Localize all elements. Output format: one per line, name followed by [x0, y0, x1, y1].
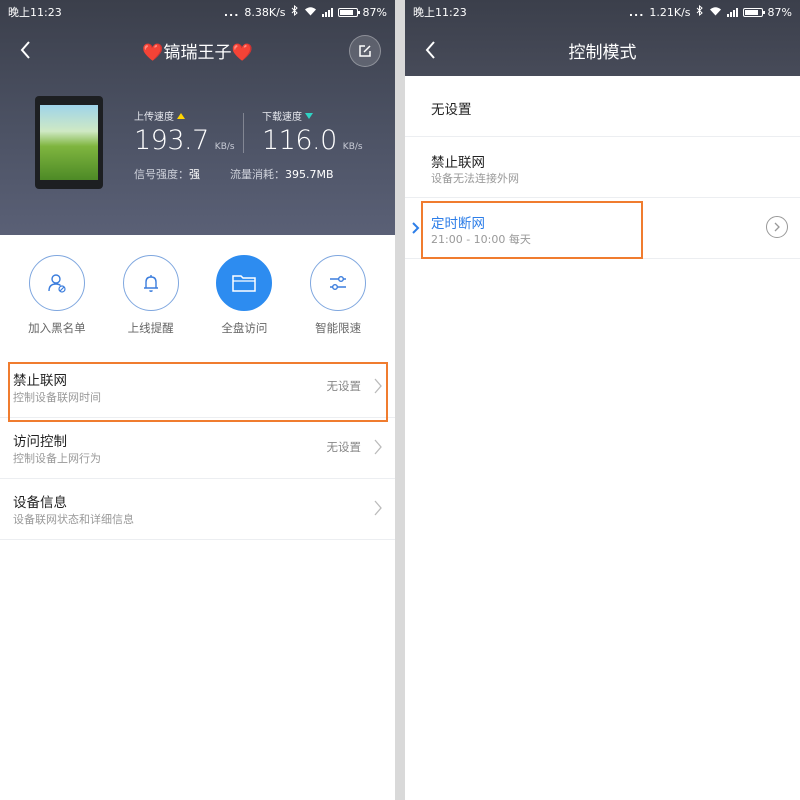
cell-signal-icon — [726, 7, 738, 17]
option-subtitle: 21:00 - 10:00 每天 — [431, 233, 531, 246]
row-device-info[interactable]: 设备信息 设备联网状态和详细信息 — [0, 479, 395, 540]
bell-icon — [122, 255, 179, 311]
battery-percent: 87% — [767, 5, 792, 19]
wifi-icon — [304, 6, 317, 19]
top-bar: 控制模式 — [405, 24, 800, 76]
upload-speed: 上传速度 193.7 KB/s — [134, 108, 235, 156]
disk-access-action[interactable]: 全盘访问 — [204, 255, 284, 336]
folder-icon — [216, 255, 273, 311]
top-bar: ❤️镐瑞王子❤️ — [0, 24, 395, 76]
schedule-detail-button[interactable] — [766, 216, 788, 238]
status-bar: 晚上11:23 ... 8.38K/s 87% — [0, 0, 395, 24]
status-bar: 晚上11:23 ... 1.21K/s 87% — [405, 0, 800, 24]
download-label: 下载速度 — [262, 112, 302, 123]
row-subtitle: 控制设备上网行为 — [13, 452, 101, 465]
more-dots-icon: ... — [628, 5, 645, 19]
download-speed: 下载速度 116.0 KB/s — [262, 108, 363, 156]
bluetooth-icon — [291, 4, 299, 19]
chevron-right-icon — [374, 500, 382, 516]
control-mode-screen: 晚上11:23 ... 1.21K/s 87% 控制模式 无设置 禁止联网 设备… — [405, 0, 800, 800]
option-block-network[interactable]: 禁止联网 设备无法连接外网 — [405, 137, 800, 198]
blacklist-label: 加入黑名单 — [28, 321, 86, 335]
row-block-network[interactable]: 禁止联网 控制设备联网时间 无设置 — [0, 357, 395, 418]
row-title: 禁止联网 — [13, 373, 67, 389]
selected-chevron-icon — [412, 222, 420, 234]
quick-actions: 加入黑名单 上线提醒 全盘访问 智能限速 — [0, 255, 395, 336]
battery-icon — [742, 7, 765, 17]
download-arrow-icon — [305, 112, 313, 119]
smart-limit-action[interactable]: 智能限速 — [298, 255, 378, 336]
status-time: 晚上11:23 — [413, 6, 467, 19]
page-title: 控制模式 — [568, 42, 637, 63]
online-alert-label: 上线提醒 — [127, 321, 174, 335]
network-speed: 1.21K/s — [649, 5, 691, 19]
signal-label: 信号强度： — [134, 168, 189, 181]
device-header: 晚上11:23 ... 8.38K/s 87% ❤️镐瑞王子❤️ 上传速度 19… — [0, 0, 395, 235]
option-title: 无设置 — [431, 102, 472, 118]
chevron-right-icon — [374, 439, 382, 455]
option-title: 定时断网 — [431, 216, 485, 232]
signal-value: 强 — [189, 168, 200, 181]
traffic-label: 流量消耗： — [230, 168, 285, 181]
row-subtitle: 设备联网状态和详细信息 — [13, 513, 134, 526]
upload-unit: KB/s — [214, 142, 235, 152]
back-button[interactable] — [14, 36, 38, 64]
smart-limit-label: 智能限速 — [315, 321, 362, 335]
row-value: 无设置 — [326, 379, 362, 393]
download-unit: KB/s — [342, 142, 363, 152]
edit-icon — [359, 45, 371, 57]
device-image — [35, 96, 103, 189]
row-subtitle: 控制设备联网时间 — [13, 391, 101, 404]
battery-icon — [337, 7, 360, 17]
upload-arrow-icon — [177, 112, 185, 119]
chevron-right-icon — [374, 378, 382, 394]
more-dots-icon: ... — [223, 5, 240, 19]
control-mode-header: 晚上11:23 ... 1.21K/s 87% 控制模式 — [405, 0, 800, 76]
online-alert-action[interactable]: 上线提醒 — [111, 255, 191, 336]
network-speed: 8.38K/s — [244, 5, 286, 19]
chevron-right-icon — [774, 222, 780, 232]
bluetooth-icon — [696, 4, 704, 19]
cell-signal-icon — [321, 7, 333, 17]
wifi-icon — [709, 6, 722, 19]
row-title: 访问控制 — [13, 434, 67, 450]
speed-divider — [243, 113, 244, 153]
status-time: 晚上11:23 — [8, 6, 62, 19]
device-detail-screen: 晚上11:23 ... 8.38K/s 87% ❤️镐瑞王子❤️ 上传速度 19… — [0, 0, 395, 800]
chevron-left-icon — [425, 41, 435, 59]
signal-strength: 信号强度：强 — [134, 166, 200, 182]
option-scheduled-off[interactable]: 定时断网 21:00 - 10:00 每天 — [405, 198, 800, 259]
device-name: ❤️镐瑞王子❤️ — [142, 42, 253, 63]
battery-percent: 87% — [362, 5, 387, 19]
option-subtitle: 设备无法连接外网 — [431, 172, 519, 185]
user-block-icon — [28, 255, 85, 311]
option-none[interactable]: 无设置 — [405, 76, 800, 137]
upload-value: 193.7 — [134, 125, 209, 156]
row-access-control[interactable]: 访问控制 控制设备上网行为 无设置 — [0, 418, 395, 479]
upload-label: 上传速度 — [134, 112, 174, 123]
traffic-usage: 流量消耗：395.7MB — [230, 166, 334, 182]
blacklist-action[interactable]: 加入黑名单 — [17, 255, 97, 336]
row-title: 设备信息 — [13, 495, 67, 511]
disk-access-label: 全盘访问 — [221, 321, 268, 335]
back-button[interactable] — [419, 36, 443, 64]
download-value: 116.0 — [262, 125, 337, 156]
option-title: 禁止联网 — [431, 155, 485, 171]
row-value: 无设置 — [326, 440, 362, 454]
traffic-value: 395.7MB — [285, 168, 334, 181]
edit-button[interactable] — [349, 35, 381, 67]
sliders-icon — [310, 255, 367, 311]
chevron-left-icon — [20, 41, 30, 59]
